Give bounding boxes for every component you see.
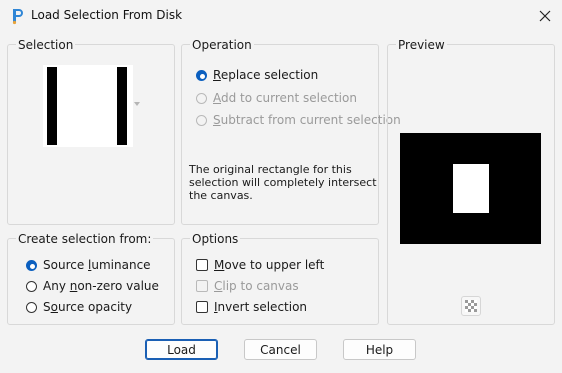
move-to-upper-left-label: Move to upper left (214, 258, 325, 272)
radio-button (196, 92, 207, 104)
add-to-selection-radio[interactable]: Add to current selection (196, 89, 357, 107)
invert-selection-label: Invert selection (214, 300, 308, 314)
move-to-upper-left-checkbox[interactable]: Move to upper left (196, 256, 324, 274)
cancel-button[interactable]: Cancel (244, 339, 317, 360)
title-bar: Load Selection From Disk (0, 0, 562, 32)
selection-group-label: Selection (16, 38, 76, 52)
subtract-from-selection-radio[interactable]: Subtract from current selection (196, 111, 401, 129)
source-luminance-radio[interactable]: Source luminance (26, 256, 151, 274)
load-button[interactable]: Load (145, 339, 218, 360)
checkbox (196, 301, 208, 313)
window-title: Load Selection From Disk (31, 8, 183, 22)
checkbox (196, 259, 208, 271)
info-line: the canvas. (189, 189, 253, 202)
info-line: The original rectangle for this (189, 163, 352, 176)
paintshop-app-icon (12, 9, 23, 25)
radio-button (196, 114, 207, 126)
preview-group-label: Preview (396, 38, 447, 52)
subtract-from-selection-label: Subtract from current selection (213, 113, 401, 127)
create-selection-group-label: Create selection from: (16, 232, 154, 246)
source-luminance-label: Source luminance (43, 258, 151, 272)
operation-group-label: Operation (190, 38, 254, 52)
any-non-zero-value-radio[interactable]: Any non-zero value (26, 277, 159, 295)
clip-to-canvas-label: Clip to canvas (214, 279, 299, 293)
close-button[interactable] (528, 2, 562, 30)
any-non-zero-value-label: Any non-zero value (43, 279, 159, 293)
operation-info-text: The original rectangle for this selectio… (189, 163, 377, 202)
replace-selection-label: Replace selection (213, 68, 319, 82)
add-to-selection-label: Add to current selection (213, 91, 357, 105)
radio-button (26, 259, 37, 271)
options-group-label: Options (190, 232, 241, 246)
clip-to-canvas-checkbox[interactable]: Clip to canvas (196, 277, 299, 295)
replace-selection-radio[interactable]: Replace selection (196, 66, 318, 84)
help-button[interactable]: Help (343, 339, 416, 360)
source-opacity-label: Source opacity (43, 300, 133, 314)
checkerboard-icon (465, 300, 477, 312)
chevron-down-icon[interactable] (134, 102, 140, 106)
radio-button (26, 301, 37, 313)
selection-thumbnail[interactable] (43, 65, 133, 147)
source-opacity-radio[interactable]: Source opacity (26, 298, 132, 316)
checkerboard-toggle-button[interactable] (461, 296, 481, 316)
info-line: selection will completely intersect (189, 176, 377, 189)
checkbox (196, 280, 208, 292)
preview-selection (453, 164, 489, 213)
radio-button (26, 280, 37, 292)
preview-canvas (400, 133, 541, 244)
radio-button (196, 69, 207, 81)
close-icon (539, 10, 551, 22)
invert-selection-checkbox[interactable]: Invert selection (196, 298, 307, 316)
